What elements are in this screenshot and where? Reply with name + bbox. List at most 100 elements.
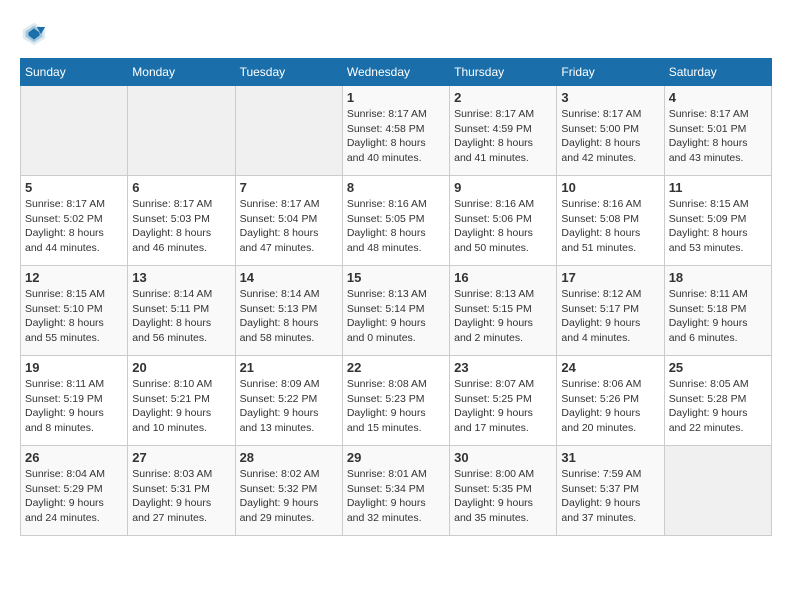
calendar-cell: 6Sunrise: 8:17 AMSunset: 5:03 PMDaylight…	[128, 176, 235, 266]
day-number: 11	[669, 180, 767, 195]
day-number: 21	[240, 360, 338, 375]
day-number: 10	[561, 180, 659, 195]
day-info: Sunrise: 8:14 AMSunset: 5:13 PMDaylight:…	[240, 287, 338, 346]
day-info: Sunrise: 7:59 AMSunset: 5:37 PMDaylight:…	[561, 467, 659, 526]
day-info: Sunrise: 8:10 AMSunset: 5:21 PMDaylight:…	[132, 377, 230, 436]
day-info: Sunrise: 8:17 AMSunset: 5:04 PMDaylight:…	[240, 197, 338, 256]
day-info: Sunrise: 8:04 AMSunset: 5:29 PMDaylight:…	[25, 467, 123, 526]
day-number: 20	[132, 360, 230, 375]
day-number: 7	[240, 180, 338, 195]
day-number: 31	[561, 450, 659, 465]
calendar-cell	[21, 86, 128, 176]
day-info: Sunrise: 8:05 AMSunset: 5:28 PMDaylight:…	[669, 377, 767, 436]
day-info: Sunrise: 8:15 AMSunset: 5:09 PMDaylight:…	[669, 197, 767, 256]
week-row-1: 1 Sunrise: 8:17 AMSunset: 4:58 PMDaylight…	[21, 86, 772, 176]
day-info: Sunrise: 8:13 AMSunset: 5:15 PMDaylight:…	[454, 287, 552, 346]
header-cell-sunday: Sunday	[21, 59, 128, 86]
day-number: 2	[454, 90, 552, 105]
calendar-cell: 19Sunrise: 8:11 AMSunset: 5:19 PMDayligh…	[21, 356, 128, 446]
day-info: Sunrise: 8:00 AMSunset: 5:35 PMDaylight:…	[454, 467, 552, 526]
day-number: 30	[454, 450, 552, 465]
day-number: 24	[561, 360, 659, 375]
week-row-2: 5 Sunrise: 8:17 AMSunset: 5:02 PMDaylight…	[21, 176, 772, 266]
day-number: 17	[561, 270, 659, 285]
calendar-cell: 25Sunrise: 8:05 AMSunset: 5:28 PMDayligh…	[664, 356, 771, 446]
calendar-cell: 2Sunrise: 8:17 AMSunset: 4:59 PMDaylight…	[450, 86, 557, 176]
calendar-cell: 16 Sunrise: 8:13 AMSunset: 5:15 PMDayligh…	[450, 266, 557, 356]
day-info: Sunrise: 8:13 AMSunset: 5:14 PMDaylight:…	[347, 287, 445, 346]
week-row-3: 12Sunrise: 8:15 AMSunset: 5:10 PMDayligh…	[21, 266, 772, 356]
day-info: Sunrise: 8:06 AMSunset: 5:26 PMDaylight:…	[561, 377, 659, 436]
calendar-cell: 22 Sunrise: 8:08 AMSunset: 5:23 PMDayligh…	[342, 356, 449, 446]
day-info: Sunrise: 8:16 AMSunset: 5:05 PMDaylight:…	[347, 197, 445, 256]
day-info: Sunrise: 8:16 AMSunset: 5:08 PMDaylight:…	[561, 197, 659, 256]
day-number: 8	[347, 180, 445, 195]
day-number: 16	[454, 270, 552, 285]
day-info: Sunrise: 8:12 AMSunset: 5:17 PMDaylight:…	[561, 287, 659, 346]
day-info: Sunrise: 8:16 AMSunset: 5:06 PMDaylight:…	[454, 197, 552, 256]
calendar-cell: 31 Sunrise: 7:59 AMSunset: 5:37 PMDayligh…	[557, 446, 664, 536]
day-number: 1	[347, 90, 445, 105]
header-cell-tuesday: Tuesday	[235, 59, 342, 86]
header-cell-monday: Monday	[128, 59, 235, 86]
calendar-cell: 23Sunrise: 8:07 AMSunset: 5:25 PMDayligh…	[450, 356, 557, 446]
calendar-cell: 27 Sunrise: 8:03 AMSunset: 5:31 PMDayligh…	[128, 446, 235, 536]
day-number: 14	[240, 270, 338, 285]
week-row-4: 19Sunrise: 8:11 AMSunset: 5:19 PMDayligh…	[21, 356, 772, 446]
calendar-header: SundayMondayTuesdayWednesdayThursdayFrid…	[21, 59, 772, 86]
day-info: Sunrise: 8:17 AMSunset: 5:02 PMDaylight:…	[25, 197, 123, 256]
page-header	[20, 20, 772, 48]
calendar-cell: 17 Sunrise: 8:12 AMSunset: 5:17 PMDayligh…	[557, 266, 664, 356]
day-info: Sunrise: 8:03 AMSunset: 5:31 PMDaylight:…	[132, 467, 230, 526]
calendar-cell: 15 Sunrise: 8:13 AMSunset: 5:14 PMDayligh…	[342, 266, 449, 356]
day-info: Sunrise: 8:02 AMSunset: 5:32 PMDaylight:…	[240, 467, 338, 526]
day-info: Sunrise: 8:17 AMSunset: 4:58 PMDaylight:…	[347, 107, 445, 166]
day-number: 13	[132, 270, 230, 285]
day-number: 9	[454, 180, 552, 195]
header-cell-saturday: Saturday	[664, 59, 771, 86]
header-row: SundayMondayTuesdayWednesdayThursdayFrid…	[21, 59, 772, 86]
calendar-cell: 11 Sunrise: 8:15 AMSunset: 5:09 PMDayligh…	[664, 176, 771, 266]
calendar-body: 1 Sunrise: 8:17 AMSunset: 4:58 PMDaylight…	[21, 86, 772, 536]
calendar-cell: 21 Sunrise: 8:09 AMSunset: 5:22 PMDayligh…	[235, 356, 342, 446]
day-number: 3	[561, 90, 659, 105]
calendar-cell: 20 Sunrise: 8:10 AMSunset: 5:21 PMDayligh…	[128, 356, 235, 446]
day-number: 4	[669, 90, 767, 105]
day-number: 18	[669, 270, 767, 285]
day-info: Sunrise: 8:09 AMSunset: 5:22 PMDaylight:…	[240, 377, 338, 436]
calendar-cell: 13 Sunrise: 8:14 AMSunset: 5:11 PMDayligh…	[128, 266, 235, 356]
day-number: 6	[132, 180, 230, 195]
day-number: 29	[347, 450, 445, 465]
header-cell-friday: Friday	[557, 59, 664, 86]
day-number: 28	[240, 450, 338, 465]
calendar-cell: 29 Sunrise: 8:01 AMSunset: 5:34 PMDayligh…	[342, 446, 449, 536]
day-info: Sunrise: 8:14 AMSunset: 5:11 PMDaylight:…	[132, 287, 230, 346]
calendar-cell: 24 Sunrise: 8:06 AMSunset: 5:26 PMDayligh…	[557, 356, 664, 446]
calendar-cell: 30 Sunrise: 8:00 AMSunset: 5:35 PMDayligh…	[450, 446, 557, 536]
day-number: 5	[25, 180, 123, 195]
calendar-table: SundayMondayTuesdayWednesdayThursdayFrid…	[20, 58, 772, 536]
day-info: Sunrise: 8:11 AMSunset: 5:18 PMDaylight:…	[669, 287, 767, 346]
day-number: 22	[347, 360, 445, 375]
day-info: Sunrise: 8:17 AMSunset: 5:00 PMDaylight:…	[561, 107, 659, 166]
day-number: 26	[25, 450, 123, 465]
calendar-cell	[128, 86, 235, 176]
header-cell-wednesday: Wednesday	[342, 59, 449, 86]
calendar-cell: 7 Sunrise: 8:17 AMSunset: 5:04 PMDaylight…	[235, 176, 342, 266]
day-info: Sunrise: 8:07 AMSunset: 5:25 PMDaylight:…	[454, 377, 552, 436]
day-info: Sunrise: 8:17 AMSunset: 5:01 PMDaylight:…	[669, 107, 767, 166]
day-number: 27	[132, 450, 230, 465]
week-row-5: 26 Sunrise: 8:04 AMSunset: 5:29 PMDayligh…	[21, 446, 772, 536]
day-number: 15	[347, 270, 445, 285]
header-cell-thursday: Thursday	[450, 59, 557, 86]
logo-icon	[20, 20, 48, 48]
calendar-cell: 10 Sunrise: 8:16 AMSunset: 5:08 PMDayligh…	[557, 176, 664, 266]
day-info: Sunrise: 8:08 AMSunset: 5:23 PMDaylight:…	[347, 377, 445, 436]
day-number: 19	[25, 360, 123, 375]
day-info: Sunrise: 8:01 AMSunset: 5:34 PMDaylight:…	[347, 467, 445, 526]
calendar-cell: 12Sunrise: 8:15 AMSunset: 5:10 PMDayligh…	[21, 266, 128, 356]
calendar-cell	[235, 86, 342, 176]
logo	[20, 20, 52, 48]
calendar-cell	[664, 446, 771, 536]
calendar-cell: 8 Sunrise: 8:16 AMSunset: 5:05 PMDaylight…	[342, 176, 449, 266]
